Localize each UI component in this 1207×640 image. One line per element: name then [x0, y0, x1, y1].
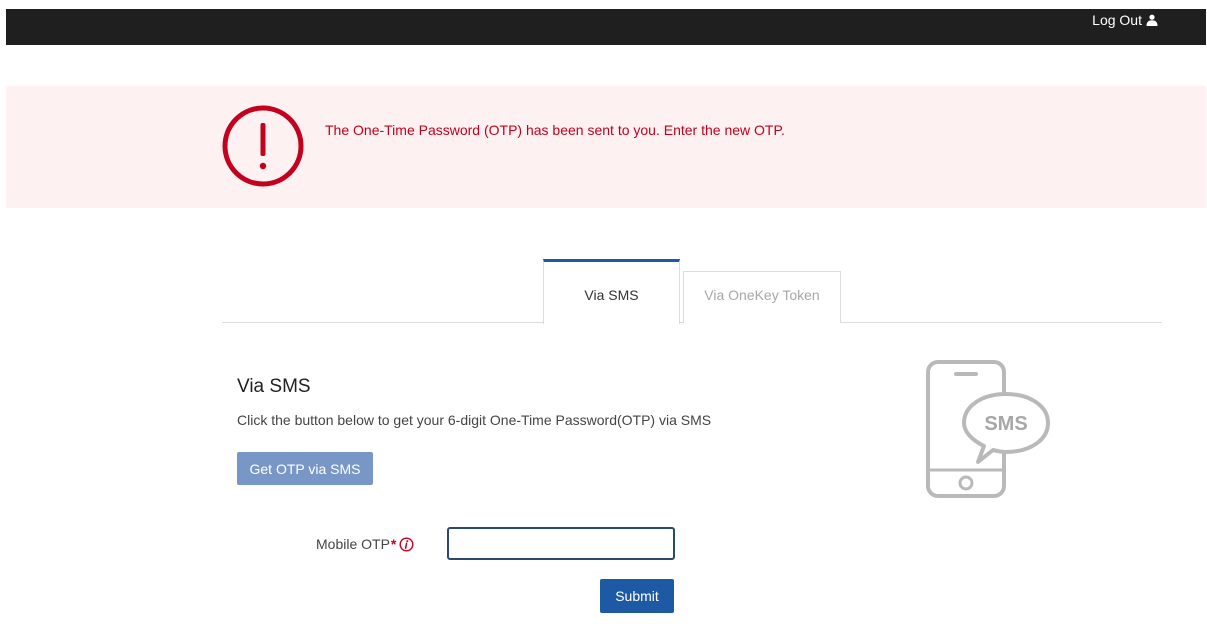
required-mark: * [390, 536, 397, 552]
user-icon [1146, 14, 1158, 26]
logout-link[interactable]: Log Out [1092, 12, 1158, 28]
otp-sent-alert: The One-Time Password (OTP) has been sen… [6, 86, 1206, 208]
tab-via-sms[interactable]: Via SMS [543, 259, 680, 324]
section-title: Via SMS [237, 376, 311, 397]
get-otp-button[interactable]: Get OTP via SMS [237, 452, 373, 485]
info-icon[interactable] [399, 536, 414, 552]
top-navbar: Log Out [6, 9, 1206, 45]
exclamation-circle-icon [222, 105, 304, 187]
illustration-text: SMS [984, 413, 1027, 435]
mobile-otp-label: Mobile OTP * [316, 536, 414, 552]
alert-message: The One-Time Password (OTP) has been sen… [325, 122, 785, 138]
section-description: Click the button below to get your 6-dig… [237, 412, 712, 428]
mobile-otp-input[interactable] [447, 527, 675, 560]
logout-label: Log Out [1092, 12, 1142, 28]
phone-sms-icon: SMS [926, 360, 1050, 498]
submit-button[interactable]: Submit [600, 579, 674, 613]
otp-label-text: Mobile OTP [316, 536, 390, 552]
tab-via-onekey-token[interactable]: Via OneKey Token [683, 271, 841, 323]
